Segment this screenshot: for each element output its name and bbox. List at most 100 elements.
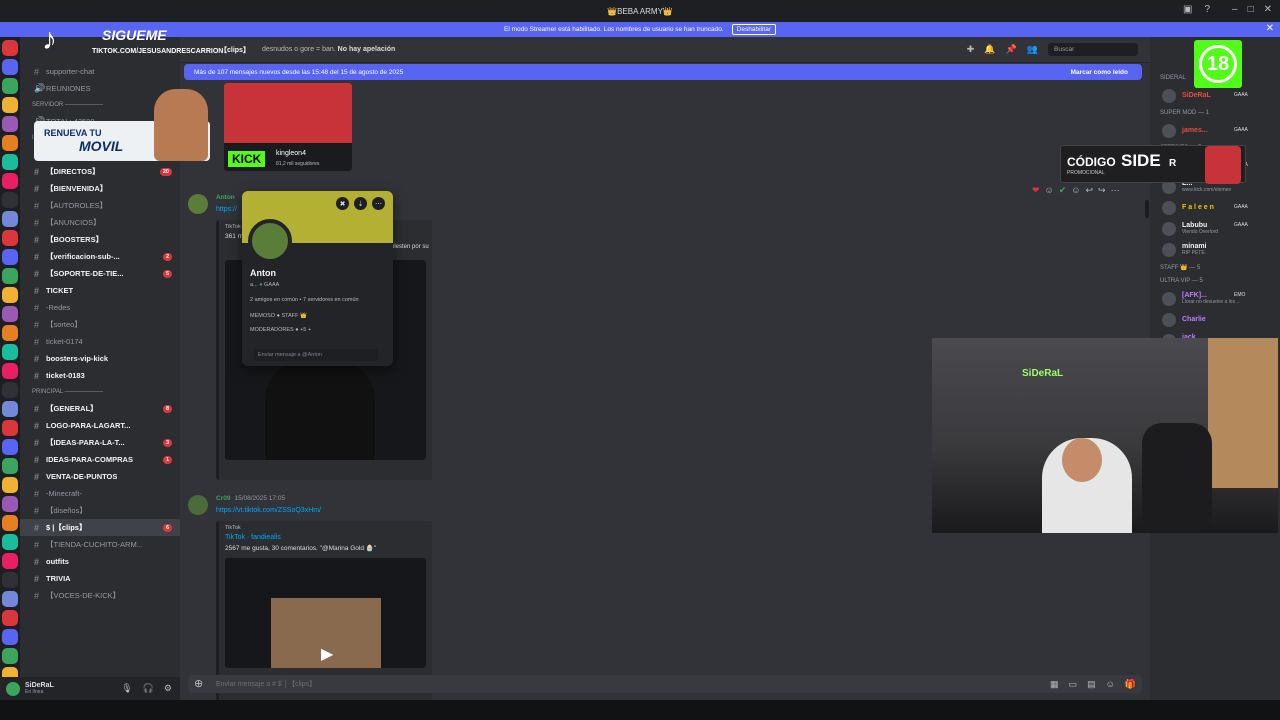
- server-icon[interactable]: [2, 648, 18, 664]
- reply-icon[interactable]: ↩: [1086, 185, 1094, 196]
- forward-icon[interactable]: ↪: [1098, 185, 1106, 196]
- server-icon[interactable]: [2, 591, 18, 607]
- member-item[interactable]: [AFK]... EMO Llorar no devuelve a los ...: [1150, 288, 1280, 309]
- channel-item[interactable]: # TRIVIA: [20, 570, 180, 587]
- channel-item[interactable]: # 【verificacion-sub-... 2: [20, 248, 180, 265]
- search-input[interactable]: Buscar: [1048, 43, 1138, 56]
- avatar[interactable]: [6, 681, 20, 696]
- server-icon[interactable]: [2, 382, 18, 398]
- server-icon[interactable]: [2, 211, 18, 227]
- server-icon[interactable]: [2, 249, 18, 265]
- member-item[interactable]: Labubu GAAA Viendo Overlord: [1150, 218, 1280, 239]
- server-icon[interactable]: [2, 363, 18, 379]
- server-icon[interactable]: [2, 154, 18, 170]
- member-item[interactable]: minami RIP PETE.: [1150, 239, 1280, 260]
- inbox-icon[interactable]: ▣: [1183, 4, 1192, 15]
- channel-item[interactable]: # $ |【clips】 6: [20, 519, 180, 536]
- channel-item[interactable]: # boosters-vip-kick: [20, 350, 180, 367]
- channel-item[interactable]: # 【GENERAL】 8: [20, 400, 180, 417]
- disable-streamer-button[interactable]: Deshabilitar: [731, 24, 776, 35]
- minimize-icon[interactable]: –: [1232, 4, 1238, 15]
- member-item[interactable]: SiDeRaL GAAA: [1150, 85, 1280, 106]
- server-icon[interactable]: [2, 135, 18, 151]
- block-icon[interactable]: ✖: [336, 197, 349, 210]
- message-author[interactable]: Anton: [216, 194, 235, 201]
- avatar[interactable]: [188, 194, 208, 214]
- message-link[interactable]: https://: [216, 206, 237, 213]
- server-icon[interactable]: [2, 306, 18, 322]
- server-icon[interactable]: [2, 325, 18, 341]
- server-icon[interactable]: [2, 496, 18, 512]
- member-item[interactable]: Charlie: [1150, 309, 1280, 330]
- add-attachment-icon[interactable]: ⊕: [194, 677, 203, 690]
- channel-item[interactable]: # 【IDEAS-PARA-LA-T... 3: [20, 434, 180, 451]
- kick-video-thumbnail[interactable]: KICK kingleon4 81,2 mil seguidores: [224, 83, 352, 171]
- channel-item[interactable]: # 【diseños】: [20, 502, 180, 519]
- channel-item[interactable]: # -Redes: [20, 299, 180, 316]
- server-icon[interactable]: [2, 268, 18, 284]
- server-icon[interactable]: [2, 515, 18, 531]
- channel-item[interactable]: # TICKET: [20, 282, 180, 299]
- maximize-icon[interactable]: □: [1248, 4, 1254, 15]
- close-window-icon[interactable]: ✕: [1264, 4, 1272, 15]
- headphones-icon[interactable]: 🎧: [143, 683, 154, 694]
- server-icon[interactable]: [2, 59, 18, 75]
- channel-item[interactable]: # 【DIRECTOS】 20: [20, 163, 180, 180]
- channel-item[interactable]: 🔊 REUNIONES: [20, 80, 180, 97]
- avatar[interactable]: [248, 219, 292, 263]
- gift-icon[interactable]: 🎁: [1125, 679, 1136, 690]
- channel-item[interactable]: # 【TIENDA-CUCHITO-ARM...: [20, 536, 180, 553]
- channel-item[interactable]: # VENTA-DE-PUNTOS: [20, 468, 180, 485]
- server-icon[interactable]: [2, 420, 18, 436]
- server-icon[interactable]: [2, 629, 18, 645]
- server-icon[interactable]: [2, 553, 18, 569]
- channel-item[interactable]: # 【AUTOROLES】: [20, 197, 180, 214]
- member-item[interactable]: F a l e e n GAAA: [1150, 197, 1280, 218]
- pin-icon[interactable]: 📌: [1006, 44, 1017, 55]
- channel-item[interactable]: # 【SOPORTE-DE-TIE... 5: [20, 265, 180, 282]
- channel-item[interactable]: # IDEAS-PARA-COMPRAS 1: [20, 451, 180, 468]
- server-icon[interactable]: [2, 458, 18, 474]
- channel-item[interactable]: # -Minecraft-: [20, 485, 180, 502]
- server-icon[interactable]: [2, 287, 18, 303]
- server-icon[interactable]: [2, 439, 18, 455]
- message-composer[interactable]: ⊕ Enviar mensaje a # $ │【clips】 ▦ ▭ ▤ ☺ …: [188, 675, 1142, 693]
- server-icon[interactable]: [2, 401, 18, 417]
- heart-reaction-icon[interactable]: ❤: [1032, 185, 1040, 196]
- channel-item[interactable]: # 【ANUNCIOS】: [20, 214, 180, 231]
- server-icon[interactable]: [2, 572, 18, 588]
- help-icon[interactable]: ?: [1204, 4, 1210, 15]
- notification-bell-icon[interactable]: 🔔: [984, 44, 995, 55]
- server-icon[interactable]: [2, 192, 18, 208]
- settings-gear-icon[interactable]: ⚙: [164, 683, 172, 694]
- server-icon[interactable]: [2, 116, 18, 132]
- member-item[interactable]: james... GAAA: [1150, 120, 1280, 141]
- member-list-icon[interactable]: 👥: [1027, 44, 1038, 55]
- threads-icon[interactable]: ✚: [967, 44, 975, 55]
- more-icon[interactable]: ⋯: [372, 197, 385, 210]
- channel-item[interactable]: # 【VOCES-DE-KICK】: [20, 587, 180, 604]
- message-user-input[interactable]: Enviar mensaje a @Anton: [254, 349, 378, 361]
- channel-item[interactable]: # outfits: [20, 553, 180, 570]
- mark-as-read-button[interactable]: Marcar como leído: [1071, 69, 1128, 76]
- channel-item[interactable]: # 【BOOSTERS】: [20, 231, 180, 248]
- microphone-icon[interactable]: 🎙: [121, 683, 132, 694]
- new-messages-bar[interactable]: Más de 107 mensajes nuevos desde las 15:…: [184, 64, 1142, 80]
- video-thumbnail[interactable]: ▶: [225, 558, 426, 668]
- chat-scrollbar[interactable]: [1145, 200, 1149, 218]
- add-friend-icon[interactable]: ⇣: [354, 197, 367, 210]
- server-icon[interactable]: [2, 477, 18, 493]
- emoji-reaction-icon[interactable]: ☺: [1045, 185, 1054, 196]
- emoji-icon[interactable]: ☺: [1106, 679, 1115, 690]
- avatar[interactable]: [188, 495, 208, 515]
- channel-item[interactable]: # ticket-0183: [20, 367, 180, 384]
- gif-icon[interactable]: ▭: [1069, 679, 1078, 690]
- server-icon[interactable]: [2, 534, 18, 550]
- apps-icon[interactable]: ▦: [1050, 679, 1059, 690]
- channel-item[interactable]: # 【sorteo】: [20, 316, 180, 333]
- add-reaction-icon[interactable]: ☺: [1071, 185, 1080, 196]
- server-icon[interactable]: [2, 173, 18, 189]
- embed-title[interactable]: TikTok · fandiealis: [219, 531, 432, 541]
- play-icon[interactable]: ▶: [321, 644, 333, 664]
- message-link[interactable]: https://vt.tiktok.com/ZSSoQ3xHm/: [216, 507, 321, 514]
